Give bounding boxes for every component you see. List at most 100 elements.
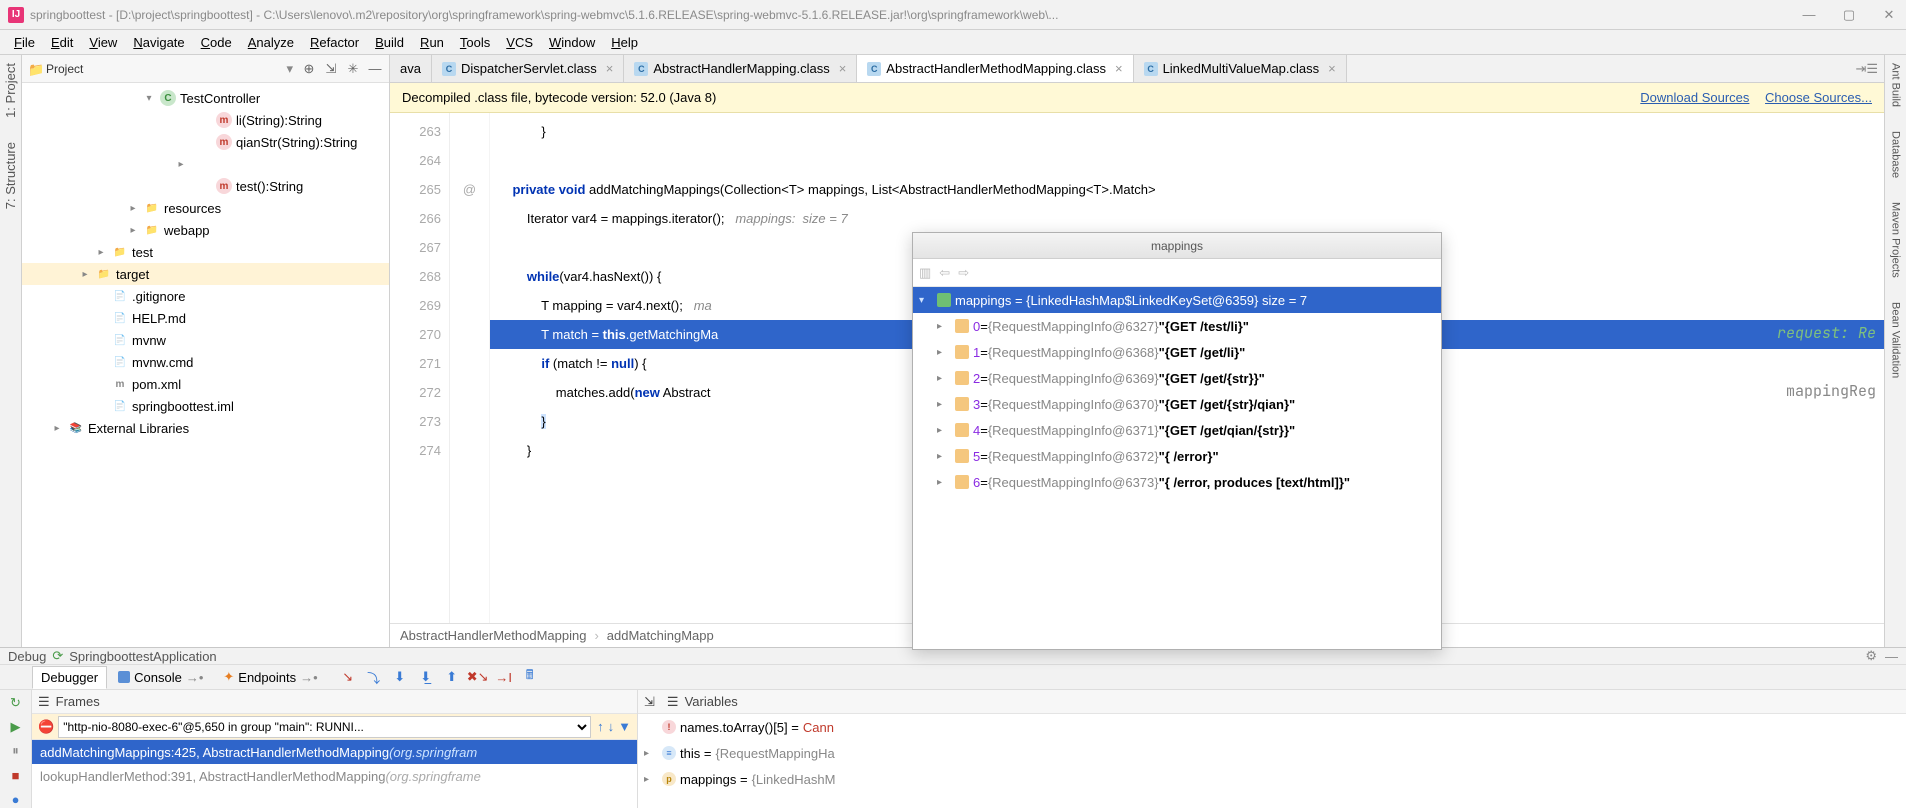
vars-tool-icon[interactable]: ⇲ bbox=[644, 694, 655, 710]
editor-tab[interactable]: CLinkedMultiValueMap.class× bbox=[1134, 55, 1347, 82]
dropdown-icon[interactable]: ▾ bbox=[286, 61, 293, 77]
popup-item-row[interactable]: ▸1 = {RequestMappingInfo@6368} "{GET /ge… bbox=[913, 339, 1441, 365]
close-icon[interactable]: × bbox=[1328, 61, 1336, 76]
thread-selector[interactable]: "http-nio-8080-exec-6"@5,650 in group "m… bbox=[58, 716, 591, 738]
breadcrumb-item[interactable]: AbstractHandlerMethodMapping bbox=[400, 628, 586, 643]
menu-vcs[interactable]: VCS bbox=[500, 32, 539, 53]
menu-refactor[interactable]: Refactor bbox=[304, 32, 365, 53]
popup-tool-icon[interactable]: ▥ bbox=[919, 265, 931, 281]
menu-run[interactable]: Run bbox=[414, 32, 450, 53]
tree-node[interactable]: ▸ bbox=[22, 153, 389, 175]
tree-node[interactable]: 📄mvnw.cmd bbox=[22, 351, 389, 373]
tabs-more-icon[interactable]: ⇥☰ bbox=[1849, 61, 1884, 77]
debugger-tab[interactable]: Debugger bbox=[32, 666, 107, 689]
menu-navigate[interactable]: Navigate bbox=[127, 32, 190, 53]
drop-frame-icon[interactable]: ✖↘ bbox=[469, 668, 487, 686]
tree-node[interactable]: ▸📚External Libraries bbox=[22, 417, 389, 439]
close-icon[interactable]: × bbox=[606, 61, 614, 76]
project-tool-tab[interactable]: 1: Project bbox=[3, 63, 18, 118]
menu-help[interactable]: Help bbox=[605, 32, 644, 53]
settings-icon[interactable]: ✳ bbox=[345, 61, 361, 77]
gear-icon[interactable]: ⚙ bbox=[1865, 648, 1877, 664]
menu-edit[interactable]: Edit bbox=[45, 32, 79, 53]
editor-tab[interactable]: ava bbox=[390, 55, 432, 82]
tree-node[interactable]: ▸📁target bbox=[22, 263, 389, 285]
popup-item-row[interactable]: ▸5 = {RequestMappingInfo@6372} "{ /error… bbox=[913, 443, 1441, 469]
maximize-button[interactable]: ▢ bbox=[1840, 6, 1858, 24]
menu-file[interactable]: File bbox=[8, 32, 41, 53]
popup-item-row[interactable]: ▸2 = {RequestMappingInfo@6369} "{GET /ge… bbox=[913, 365, 1441, 391]
tree-node[interactable]: ▸📁resources bbox=[22, 197, 389, 219]
step-out-icon[interactable]: ⬆ bbox=[443, 668, 461, 686]
menu-build[interactable]: Build bbox=[369, 32, 410, 53]
evaluate-popup[interactable]: mappings ▥ ⇦ ⇨ ▾mappings = {LinkedHashMa… bbox=[912, 232, 1442, 650]
ant-build-tab[interactable]: Ant Build bbox=[1890, 63, 1902, 107]
menu-window[interactable]: Window bbox=[543, 32, 601, 53]
forward-icon[interactable]: ⇨ bbox=[958, 265, 969, 281]
tree-node[interactable]: 📄springboottest.iml bbox=[22, 395, 389, 417]
bean-validation-tab[interactable]: Bean Validation bbox=[1890, 302, 1902, 378]
tree-node[interactable]: 📄HELP.md bbox=[22, 307, 389, 329]
hide-icon[interactable]: — bbox=[367, 61, 383, 77]
popup-item-row[interactable]: ▸6 = {RequestMappingInfo@6373} "{ /error… bbox=[913, 469, 1441, 495]
evaluate-icon[interactable]: 🖩 bbox=[521, 668, 539, 686]
project-view-selector[interactable]: Project bbox=[46, 62, 286, 76]
stop-icon[interactable]: ■ bbox=[7, 766, 25, 784]
resume-icon[interactable]: ▶ bbox=[7, 718, 25, 736]
step-icon[interactable]: ↘ bbox=[339, 668, 357, 686]
popup-item-row[interactable]: ▸3 = {RequestMappingInfo@6370} "{GET /ge… bbox=[913, 391, 1441, 417]
variable-row[interactable]: ▸pmappings = {LinkedHashM bbox=[638, 766, 1906, 792]
editor-tab[interactable]: CAbstractHandlerMapping.class× bbox=[624, 55, 857, 82]
collapse-icon[interactable]: ⇲ bbox=[323, 61, 339, 77]
close-icon[interactable]: × bbox=[839, 61, 847, 76]
view-breakpoints-icon[interactable]: ● bbox=[7, 790, 25, 808]
tree-node[interactable]: 📄mvnw bbox=[22, 329, 389, 351]
popup-item-row[interactable]: ▸0 = {RequestMappingInfo@6327} "{GET /te… bbox=[913, 313, 1441, 339]
download-sources-link[interactable]: Download Sources bbox=[1640, 90, 1749, 105]
tree-node[interactable]: ▸📁test bbox=[22, 241, 389, 263]
run-config-name[interactable]: SpringboottestApplication bbox=[69, 649, 216, 664]
maven-tab[interactable]: Maven Projects bbox=[1890, 202, 1902, 278]
rerun-icon[interactable]: ↻ bbox=[7, 694, 25, 712]
structure-tool-tab[interactable]: 7: Structure bbox=[3, 142, 18, 209]
variable-row[interactable]: !names.toArray()[5] = Cann bbox=[638, 714, 1906, 740]
endpoints-tab[interactable]: ✦Endpoints→• bbox=[214, 665, 326, 689]
breadcrumb-item[interactable]: addMatchingMapp bbox=[607, 628, 714, 643]
close-icon[interactable]: × bbox=[1115, 61, 1123, 76]
next-frame-icon[interactable]: ↓ bbox=[608, 719, 615, 734]
project-tree[interactable]: ▾CTestControllermli(String):StringmqianS… bbox=[22, 83, 389, 647]
tree-node[interactable]: mli(String):String bbox=[22, 109, 389, 131]
filter-icon[interactable]: ▼ bbox=[618, 719, 631, 734]
locate-icon[interactable]: ⊕ bbox=[301, 61, 317, 77]
editor-tab[interactable]: CDispatcherServlet.class× bbox=[432, 55, 624, 82]
editor-tab[interactable]: CAbstractHandlerMethodMapping.class× bbox=[857, 55, 1133, 82]
variable-row[interactable]: ▸≡this = {RequestMappingHa bbox=[638, 740, 1906, 766]
console-tab[interactable]: Console→• bbox=[109, 666, 212, 689]
prev-frame-icon[interactable]: ↑ bbox=[597, 719, 604, 734]
step-over-icon[interactable]: ⤵ bbox=[365, 668, 383, 686]
stack-frame[interactable]: lookupHandlerMethod:391, AbstractHandler… bbox=[32, 764, 637, 788]
frames-list[interactable]: addMatchingMappings:425, AbstractHandler… bbox=[32, 740, 637, 788]
menu-analyze[interactable]: Analyze bbox=[242, 32, 300, 53]
database-tab[interactable]: Database bbox=[1890, 131, 1902, 178]
choose-sources-link[interactable]: Choose Sources... bbox=[1765, 90, 1872, 105]
force-step-into-icon[interactable]: ⬇̲ bbox=[417, 668, 435, 686]
tree-node[interactable]: 📄.gitignore bbox=[22, 285, 389, 307]
stack-frame[interactable]: addMatchingMappings:425, AbstractHandler… bbox=[32, 740, 637, 764]
popup-tree[interactable]: ▾mappings = {LinkedHashMap$LinkedKeySet@… bbox=[913, 287, 1441, 649]
tree-node[interactable]: ▾CTestController bbox=[22, 87, 389, 109]
popup-root-row[interactable]: ▾mappings = {LinkedHashMap$LinkedKeySet@… bbox=[913, 287, 1441, 313]
tree-node[interactable]: mpom.xml bbox=[22, 373, 389, 395]
close-button[interactable]: ✕ bbox=[1880, 6, 1898, 24]
step-into-icon[interactable]: ⬇ bbox=[391, 668, 409, 686]
variables-list[interactable]: !names.toArray()[5] = Cann▸≡this = {Requ… bbox=[638, 714, 1906, 792]
pause-icon[interactable]: ⏸ bbox=[7, 742, 25, 760]
run-to-cursor-icon[interactable]: →I bbox=[495, 668, 513, 686]
tree-node[interactable]: ▸📁webapp bbox=[22, 219, 389, 241]
tree-node[interactable]: mqianStr(String):String bbox=[22, 131, 389, 153]
tree-node[interactable]: mtest():String bbox=[22, 175, 389, 197]
menu-tools[interactable]: Tools bbox=[454, 32, 496, 53]
back-icon[interactable]: ⇦ bbox=[939, 265, 950, 281]
hide-icon[interactable]: — bbox=[1885, 649, 1898, 664]
menu-view[interactable]: View bbox=[83, 32, 123, 53]
